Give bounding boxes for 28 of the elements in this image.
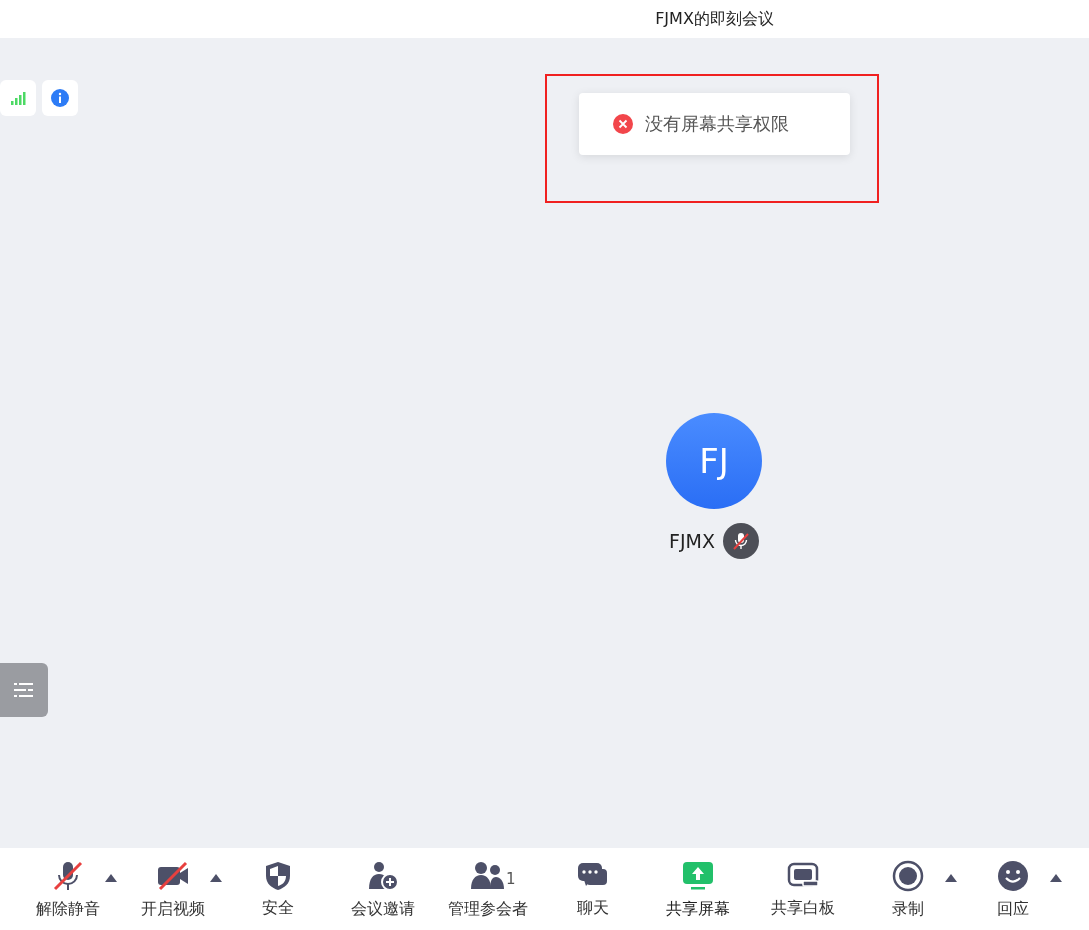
toast-message: 没有屏幕共享权限 [645,112,789,136]
toolbar-button[interactable]: 回应 [960,848,1065,930]
toolbar-button[interactable]: 共享屏幕 [645,848,750,930]
toolbar-button[interactable]: 会议邀请 [330,848,435,930]
info-icon [51,89,69,107]
smile-icon [995,858,1030,893]
microphone-icon [730,531,751,551]
info-button[interactable] [42,80,78,116]
toolbar-button[interactable]: 录制 [855,848,960,930]
toolbar-button[interactable]: 开启视频 [120,848,225,930]
participant-count: 1 [506,870,516,888]
window-title: FJMX的即刻会议 [655,8,774,30]
record-icon [890,858,925,893]
caret-icon[interactable] [210,874,222,882]
caret-icon[interactable] [105,874,117,882]
toolbar-button[interactable]: 解除静音 [15,848,120,930]
toolbar-button[interactable]: 管理参会者 1 [435,848,540,930]
caret-icon[interactable] [1050,874,1062,882]
toolbar-button[interactable]: 聊天 [540,848,645,930]
toolbar-button[interactable]: 安全 [225,848,330,930]
caret-icon[interactable] [945,874,957,882]
participant-name: FJMX [669,530,715,552]
list-icon [14,682,34,698]
panel-toggle-button[interactable] [0,663,48,717]
toolbar-button[interactable]: 共享白板 [750,848,855,930]
error-icon [613,114,633,134]
avatar: FJ [666,413,762,509]
signal-icon [10,91,26,105]
